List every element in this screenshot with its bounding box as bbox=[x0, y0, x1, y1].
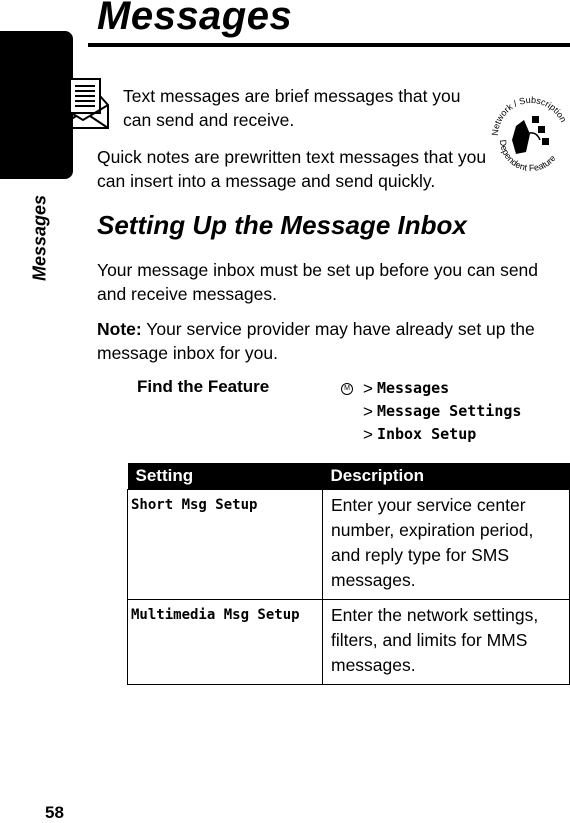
menu-path: M > Messages > Message Settings > Inbox … bbox=[341, 377, 521, 446]
path-item-messages: Messages bbox=[376, 379, 450, 397]
section-heading: Setting Up the Message Inbox bbox=[97, 210, 467, 240]
path-separator: > bbox=[363, 379, 373, 398]
table-header-row: Setting Description bbox=[127, 463, 570, 490]
page-number: 58 bbox=[45, 803, 64, 822]
setting-name: Short Msg Setup bbox=[127, 489, 323, 600]
setting-description: Enter your service center number, expira… bbox=[322, 489, 570, 600]
note-text: Your service provider may have already s… bbox=[97, 319, 535, 363]
column-header-setting: Setting bbox=[127, 463, 323, 490]
settings-table: Setting Description Short Msg Setup Ente… bbox=[127, 463, 570, 685]
intro-text-messages: Text messages are brief messages that yo… bbox=[123, 86, 461, 130]
setting-name: Multimedia Msg Setup bbox=[127, 599, 323, 685]
badge-top-text: Network / Subscription bbox=[490, 95, 569, 136]
path-separator: > bbox=[363, 402, 373, 421]
path-item-inbox-setup: Inbox Setup bbox=[376, 425, 477, 443]
path-item-message-settings: Message Settings bbox=[376, 402, 522, 420]
section-tab-label: Messages bbox=[29, 194, 50, 282]
path-separator: > bbox=[363, 425, 373, 444]
table-row: Short Msg Setup Enter your service cente… bbox=[127, 489, 570, 600]
find-the-feature-label: Find the Feature bbox=[137, 377, 270, 396]
svg-text:Network / Subscription: Network / Subscription bbox=[490, 95, 569, 136]
note-label: Note: bbox=[97, 319, 142, 339]
title-rule bbox=[88, 43, 570, 47]
menu-key-icon: M bbox=[341, 382, 353, 395]
envelope-message-icon bbox=[57, 78, 109, 129]
section-paragraph: Your message inbox must be set up before… bbox=[97, 260, 539, 304]
setting-description: Enter the network settings, filters, and… bbox=[322, 599, 570, 685]
intro-quick-notes: Quick notes are prewritten text messages… bbox=[97, 147, 487, 191]
column-header-description: Description bbox=[322, 463, 570, 490]
note-paragraph: Note: Your service provider may have alr… bbox=[97, 317, 567, 365]
table-row: Multimedia Msg Setup Enter the network s… bbox=[127, 599, 570, 685]
page-title: Messages bbox=[97, 0, 293, 38]
network-subscription-feature-icon: Network / Subscription Dependent Feature bbox=[490, 95, 569, 173]
